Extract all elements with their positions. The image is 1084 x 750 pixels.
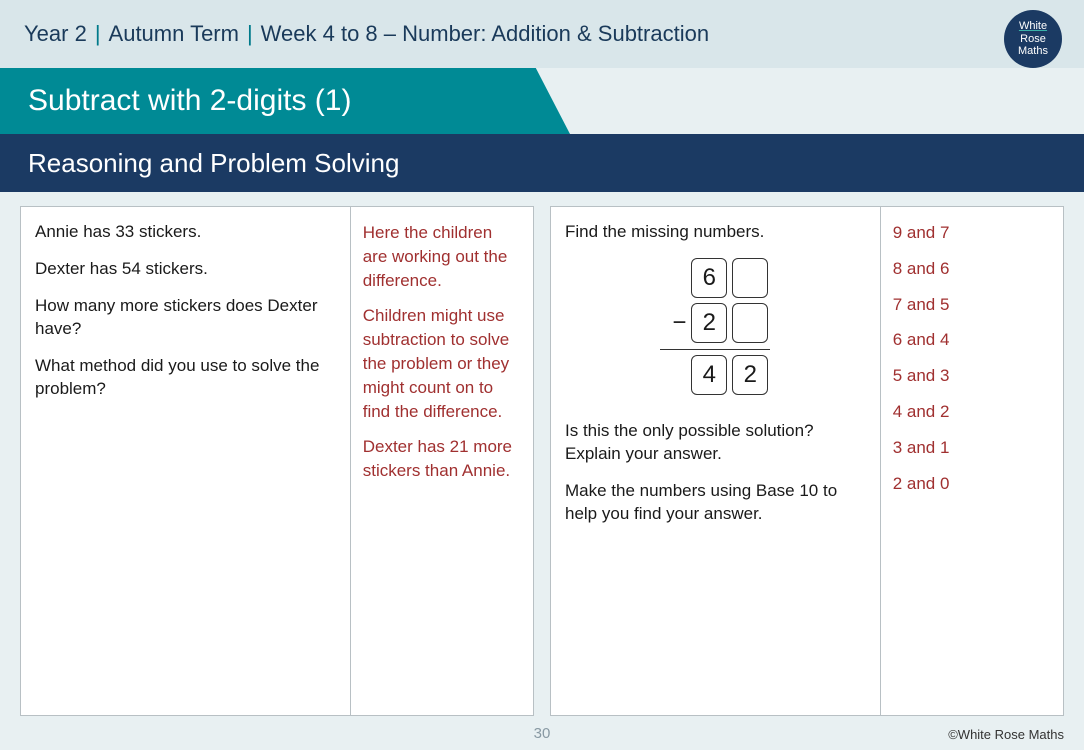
answer-text: 8 and 6 bbox=[893, 257, 1051, 281]
answer-text: Dexter has 21 more stickers than Annie. bbox=[363, 435, 521, 483]
answer-text: 7 and 5 bbox=[893, 293, 1051, 317]
operator-placeholder bbox=[662, 359, 686, 391]
question-text: Find the missing numbers. bbox=[565, 221, 866, 244]
figure-row: − 2 bbox=[662, 303, 768, 343]
question-column: Annie has 33 stickers. Dexter has 54 sti… bbox=[21, 207, 350, 715]
question-text: Annie has 33 stickers. bbox=[35, 221, 336, 244]
digit-box: 6 bbox=[691, 258, 727, 298]
question-text: Is this the only possible solution? Expl… bbox=[565, 420, 866, 466]
panel-left: Annie has 33 stickers. Dexter has 54 sti… bbox=[20, 206, 534, 716]
question-column: Find the missing numbers. 6 − 2 4 2 bbox=[551, 207, 880, 715]
minus-sign: − bbox=[662, 307, 686, 339]
content-area: Annie has 33 stickers. Dexter has 54 sti… bbox=[0, 192, 1084, 716]
answer-column: Here the children are working out the di… bbox=[350, 207, 533, 715]
page-subtitle: Reasoning and Problem Solving bbox=[28, 148, 399, 179]
digit-box: 2 bbox=[691, 303, 727, 343]
answer-text: 4 and 2 bbox=[893, 400, 1051, 424]
copyright-text: ©White Rose Maths bbox=[948, 727, 1064, 742]
answer-text: 6 and 4 bbox=[893, 328, 1051, 352]
digit-box: 4 bbox=[691, 355, 727, 395]
subtraction-figure: 6 − 2 4 2 bbox=[565, 258, 866, 401]
answer-text: Children might use subtraction to solve … bbox=[363, 304, 521, 423]
answer-text: 5 and 3 bbox=[893, 364, 1051, 388]
header-bar: Year 2 | Autumn Term | Week 4 to 8 – Num… bbox=[0, 0, 1084, 68]
answer-text: 9 and 7 bbox=[893, 221, 1051, 245]
answer-line bbox=[660, 349, 770, 351]
breadcrumb-sep: | bbox=[95, 21, 101, 47]
breadcrumb-term: Autumn Term bbox=[109, 21, 239, 47]
page-title: Subtract with 2-digits (1) bbox=[28, 84, 351, 118]
panel-right: Find the missing numbers. 6 − 2 4 2 bbox=[550, 206, 1064, 716]
logo-line: Rose bbox=[1020, 33, 1046, 46]
figure-row: 6 bbox=[662, 258, 768, 298]
question-text: What method did you use to solve the pro… bbox=[35, 355, 336, 401]
page-number: 30 bbox=[534, 725, 551, 742]
answer-column: 9 and 7 8 and 6 7 and 5 6 and 4 5 and 3 … bbox=[880, 207, 1063, 715]
answer-text: 2 and 0 bbox=[893, 472, 1051, 496]
logo-line: Maths bbox=[1018, 45, 1048, 58]
digit-box-empty bbox=[732, 258, 768, 298]
question-text: How many more stickers does Dexter have? bbox=[35, 295, 336, 341]
figure-row: 4 2 bbox=[662, 355, 768, 395]
breadcrumb: Year 2 | Autumn Term | Week 4 to 8 – Num… bbox=[24, 21, 709, 47]
subtitle-band: Reasoning and Problem Solving bbox=[0, 134, 1084, 192]
digit-box-empty bbox=[732, 303, 768, 343]
answer-text: Here the children are working out the di… bbox=[363, 221, 521, 292]
breadcrumb-sep: | bbox=[247, 21, 253, 47]
question-text: Dexter has 54 stickers. bbox=[35, 258, 336, 281]
title-teal: Subtract with 2-digits (1) bbox=[0, 68, 570, 134]
operator-placeholder bbox=[662, 262, 686, 294]
breadcrumb-year: Year 2 bbox=[24, 21, 87, 47]
title-band: Subtract with 2-digits (1) bbox=[0, 68, 1084, 134]
answer-text: 3 and 1 bbox=[893, 436, 1051, 460]
question-text: Make the numbers using Base 10 to help y… bbox=[565, 480, 866, 526]
breadcrumb-unit: Week 4 to 8 – Number: Addition & Subtrac… bbox=[261, 21, 709, 47]
logo-badge: White Rose Maths bbox=[1004, 10, 1062, 68]
logo-line: White bbox=[1019, 20, 1047, 33]
digit-box: 2 bbox=[732, 355, 768, 395]
